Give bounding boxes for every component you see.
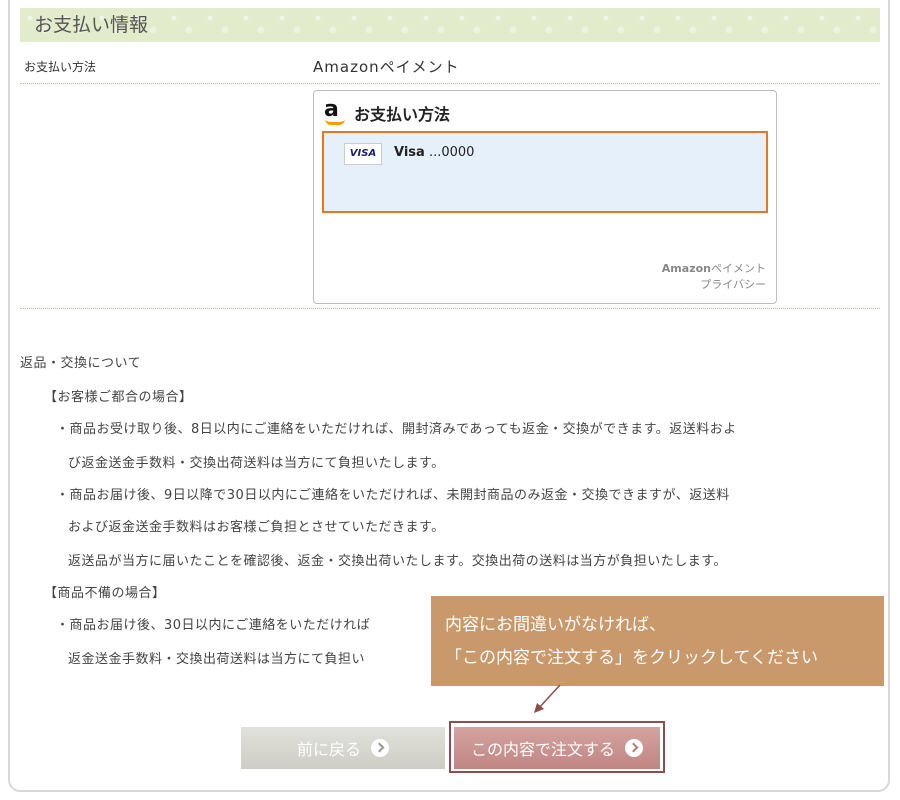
policy-text: ・商品お受け取り後、8日以内にご連絡をいただければ、開封済みであっても返金・交換… [56,422,737,437]
tooltip-line-2: 「この内容で注文する」をクリックしてください [445,648,818,668]
widget-title: お支払い方法 [354,105,451,124]
policy-text: および返金送金手数料はお客様ご負担とさせていただきます。 [68,520,445,535]
policy-text: ・商品お届け後、30日以内にご連絡をいただければ [56,618,371,633]
policy-subheading: 【商品不備の場合】 [44,586,166,601]
back-button[interactable]: 前に戻る [241,727,445,769]
instruction-tooltip: 内容にお間違いがなければ、 「この内容で注文する」をクリックしてください [431,596,884,686]
amazon-logo-icon: a [324,99,346,127]
card-number: ...0000 [424,145,475,160]
place-order-button[interactable]: この内容で注文する [454,727,660,769]
card-info: Visa ...0000 [394,145,474,160]
policy-text: 返送品が当方に届いたことを確認後、返金・交換出荷いたします。交換出荷の送料は当方… [68,554,727,569]
order-button-label: この内容で注文する [470,740,615,759]
section-divider [20,308,880,309]
circle-arrow-right-icon [625,739,643,757]
card-brand: Visa [394,145,425,160]
widget-header: a お支払い方法 [324,99,450,127]
privacy-link[interactable]: プライバシー [662,277,766,293]
policy-subheading: 【お客様ご都合の場合】 [44,390,193,405]
amazon-payments-link[interactable]: Amazonペイメント [662,261,766,277]
policy-heading: 返品・交換について [20,356,142,371]
policy-text: び返金送金手数料・交換出荷送料は当方にて負担いたします。 [68,456,445,471]
back-button-label: 前に戻る [296,740,361,759]
payment-method-value: Amazonペイメント [313,58,460,76]
widget-footer: Amazonペイメント プライバシー [662,261,766,293]
selected-card[interactable]: VISA Visa ...0000 [322,131,768,213]
row-divider [20,83,880,84]
visa-card-icon: VISA [344,143,382,165]
payment-method-label: お支払い方法 [24,60,97,74]
policy-text: 返金送金手数料・交換出荷送料は当方にて負担い [68,652,366,667]
pointer-arrow-icon [534,684,561,713]
section-title: お支払い情報 [20,8,880,42]
tooltip-line-1: 内容にお間違いがなければ、 [445,615,666,635]
policy-text: ・商品お届け後、9日以降で30日以内にご連絡をいただければ、未開封商品のみ返金・… [56,488,730,503]
circle-arrow-right-icon [371,739,389,757]
amazon-pay-widget: a お支払い方法 VISA Visa ...0000 Amazonペイメント プ… [313,90,777,304]
